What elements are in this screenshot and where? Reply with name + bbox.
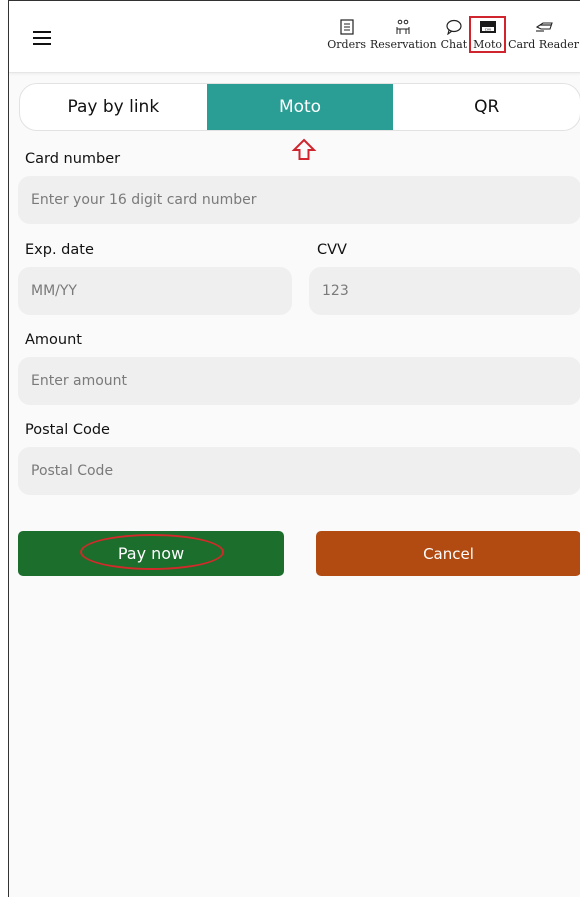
up-arrow-annotation-icon [291,138,317,160]
header-nav: Orders Reservation Chat cvv Moto Card Re… [325,16,580,53]
cvv-card-icon: cvv [479,21,496,33]
tab-moto[interactable]: Moto [206,84,394,130]
nav-moto-label: Moto [473,38,503,51]
nav-chat[interactable]: Chat [439,19,469,51]
pay-now-label: Pay now [117,544,185,563]
card-reader-icon [535,22,553,32]
top-header: Orders Reservation Chat cvv Moto Card Re… [9,1,580,73]
nav-reservation-label: Reservation [370,38,437,51]
card-number-input[interactable] [18,176,580,224]
orders-icon [340,19,354,35]
nav-card-reader-label: Card Reader [508,38,579,51]
nav-orders-label: Orders [327,38,367,51]
amount-label: Amount [25,332,82,348]
tab-qr[interactable]: QR [393,84,580,130]
nav-reservation[interactable]: Reservation [368,19,439,51]
tab-pay-by-link[interactable]: Pay by link [20,84,207,130]
chat-icon [446,19,462,35]
postal-code-label: Postal Code [25,422,110,438]
cancel-button[interactable]: Cancel [316,531,580,576]
cvv-input[interactable] [309,267,580,315]
svg-text:cvv: cvv [484,27,491,31]
amount-input[interactable] [18,357,580,405]
cvv-label: CVV [317,242,347,258]
nav-card-reader[interactable]: Card Reader [506,19,580,51]
exp-date-input[interactable] [18,267,292,315]
payment-method-tabs: Pay by link Moto QR [19,83,580,131]
postal-code-input[interactable] [18,447,580,495]
card-number-label: Card number [25,151,121,167]
pay-now-button[interactable]: Pay now [18,531,284,576]
reservation-icon [396,19,410,34]
nav-chat-label: Chat [440,38,468,51]
hamburger-menu-icon[interactable] [33,31,51,45]
nav-orders[interactable]: Orders [325,19,368,51]
exp-date-label: Exp. date [25,242,94,258]
nav-moto[interactable]: cvv Moto [469,16,507,53]
app-frame: Orders Reservation Chat cvv Moto Card Re… [8,0,580,897]
